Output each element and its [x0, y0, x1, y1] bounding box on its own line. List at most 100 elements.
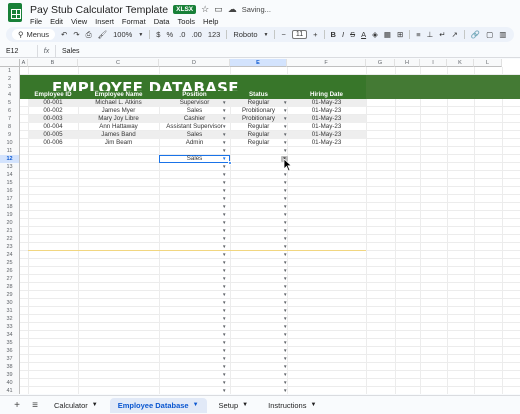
menu-help[interactable]: Help: [203, 17, 218, 27]
bold-button[interactable]: B: [331, 30, 336, 39]
chevron-down-icon[interactable]: ▼: [222, 363, 226, 371]
chevron-down-icon[interactable]: ▼: [264, 32, 269, 38]
table-cell[interactable]: Michael L. Atkins: [78, 99, 159, 107]
row-header-24[interactable]: 24: [0, 251, 20, 259]
table-cell[interactable]: Cashier: [159, 115, 230, 123]
text-color-button[interactable]: A: [361, 30, 366, 39]
column-header-a[interactable]: A: [20, 59, 28, 67]
chevron-down-icon[interactable]: ▼: [222, 195, 226, 203]
redo-icon[interactable]: ↷: [73, 30, 79, 39]
row-header-33[interactable]: 33: [0, 323, 20, 331]
table-cell[interactable]: 01-May-23: [287, 107, 366, 115]
chevron-down-icon[interactable]: ▼: [283, 371, 287, 379]
zoom-select[interactable]: 100%: [113, 30, 132, 39]
italic-button[interactable]: I: [342, 30, 344, 39]
table-cell[interactable]: Regular: [230, 123, 287, 131]
column-header-d[interactable]: D: [159, 59, 230, 67]
merge-icon[interactable]: ⊞: [397, 30, 403, 39]
row-header-5[interactable]: 5: [0, 99, 20, 107]
row-header-32[interactable]: 32: [0, 315, 20, 323]
chevron-down-icon[interactable]: ▼: [283, 355, 287, 363]
row-header-14[interactable]: 14: [0, 171, 20, 179]
chevron-down-icon[interactable]: ▼: [222, 99, 226, 107]
column-header-b[interactable]: B: [28, 59, 78, 67]
chevron-down-icon[interactable]: ▼: [222, 227, 226, 235]
table-cell[interactable]: Admin: [159, 139, 230, 147]
table-cell[interactable]: 00-002: [28, 107, 78, 115]
print-icon[interactable]: ⎙: [86, 30, 92, 40]
table-cell[interactable]: James Band: [78, 131, 159, 139]
chevron-down-icon[interactable]: ▼: [283, 235, 287, 243]
chevron-down-icon[interactable]: ▼: [222, 139, 226, 147]
menu-data[interactable]: Data: [154, 17, 170, 27]
column-header-f[interactable]: F: [287, 59, 366, 67]
table-cell[interactable]: 00-003: [28, 115, 78, 123]
chevron-down-icon[interactable]: ▼: [222, 123, 226, 131]
chevron-down-icon[interactable]: ▼: [222, 147, 226, 155]
row-header-34[interactable]: 34: [0, 331, 20, 339]
chevron-down-icon[interactable]: ▼: [283, 203, 287, 211]
wrap-icon[interactable]: ↵: [439, 30, 445, 39]
table-cell[interactable]: Regular: [230, 99, 287, 107]
column-header-k[interactable]: K: [447, 59, 474, 67]
row-header-21[interactable]: 21: [0, 227, 20, 235]
chevron-down-icon[interactable]: ▼: [283, 347, 287, 355]
menu-format[interactable]: Format: [122, 17, 146, 27]
decrease-font-icon[interactable]: −: [281, 30, 285, 39]
row-header-15[interactable]: 15: [0, 179, 20, 187]
row-header-1[interactable]: 1: [0, 67, 20, 75]
decrease-decimal-button[interactable]: .0: [179, 30, 185, 39]
chevron-down-icon[interactable]: ▼: [283, 147, 287, 155]
chevron-down-icon[interactable]: ▼: [222, 171, 226, 179]
chevron-down-icon[interactable]: ▼: [283, 315, 287, 323]
row-header-13[interactable]: 13: [0, 163, 20, 171]
row-header-29[interactable]: 29: [0, 291, 20, 299]
chevron-down-icon[interactable]: ▼: [222, 107, 226, 115]
row-header-9[interactable]: 9: [0, 131, 20, 139]
row-header-11[interactable]: 11: [0, 147, 20, 155]
row-header-4[interactable]: 4: [0, 91, 20, 99]
chevron-down-icon[interactable]: ▼: [222, 219, 226, 227]
number-format-button[interactable]: 123: [208, 30, 221, 39]
table-cell[interactable]: 01-May-23: [287, 99, 366, 107]
chevron-down-icon[interactable]: ▼: [283, 267, 287, 275]
paint-format-icon[interactable]: 🖌: [98, 30, 108, 39]
sheets-logo-icon[interactable]: [8, 3, 22, 22]
font-size-input[interactable]: 11: [291, 30, 308, 39]
chevron-down-icon[interactable]: ▼: [222, 115, 226, 123]
chevron-down-icon[interactable]: ▼: [283, 131, 287, 139]
spreadsheet-grid[interactable]: A B C D E F G H I K L 1 2 3 4 5 6 7 8 9 10 11 12 13 14 15 16 17 18 19…: [0, 59, 520, 394]
table-cell[interactable]: Assistant Supervisor: [159, 123, 230, 131]
chevron-down-icon[interactable]: ▼: [222, 371, 226, 379]
name-box[interactable]: E12: [0, 45, 38, 57]
menu-insert[interactable]: Insert: [95, 17, 114, 27]
fill-handle[interactable]: [228, 161, 232, 165]
chevron-down-icon[interactable]: ▼: [222, 131, 226, 139]
chevron-down-icon[interactable]: ▼: [222, 267, 226, 275]
chevron-down-icon[interactable]: ▼: [283, 387, 287, 394]
increase-decimal-button[interactable]: .00: [191, 30, 201, 39]
column-header-h[interactable]: H: [395, 59, 420, 67]
row-header-12[interactable]: 12: [0, 155, 20, 163]
borders-icon[interactable]: ▦: [384, 30, 391, 39]
selected-cell-e12[interactable]: Sales: [159, 155, 232, 165]
strikethrough-button[interactable]: S: [350, 30, 355, 39]
table-cell[interactable]: 00-006: [28, 139, 78, 147]
undo-icon[interactable]: ↶: [61, 30, 67, 39]
chevron-down-icon[interactable]: ▼: [283, 275, 287, 283]
column-header-i[interactable]: I: [420, 59, 447, 67]
row-header-35[interactable]: 35: [0, 339, 20, 347]
chevron-down-icon[interactable]: ▼: [222, 251, 226, 259]
star-icon[interactable]: ☆: [201, 4, 209, 15]
row-header-37[interactable]: 37: [0, 355, 20, 363]
table-cell[interactable]: Regular: [230, 139, 287, 147]
align-icon[interactable]: ≡: [416, 30, 420, 39]
tab-instructions[interactable]: Instructions ▼: [260, 398, 324, 413]
select-all-corner[interactable]: [0, 59, 20, 67]
row-header-10[interactable]: 10: [0, 139, 20, 147]
row-header-22[interactable]: 22: [0, 235, 20, 243]
row-header-27[interactable]: 27: [0, 275, 20, 283]
row-header-23[interactable]: 23: [0, 243, 20, 251]
font-select[interactable]: Roboto: [233, 30, 257, 39]
search-menus-button[interactable]: ⚲ Menus: [12, 29, 56, 40]
